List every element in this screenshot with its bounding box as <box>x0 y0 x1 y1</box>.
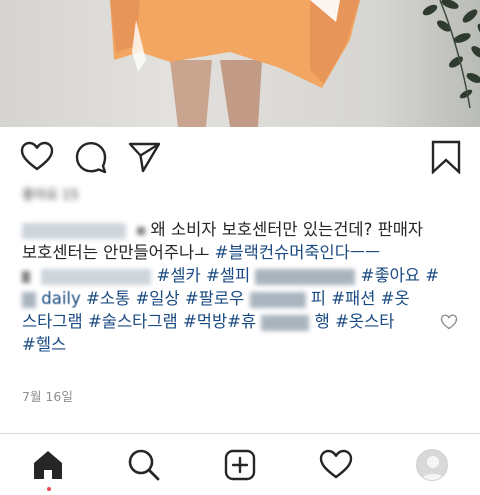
hashtag[interactable]: #좋아요 <box>361 266 420 285</box>
search-icon[interactable] <box>127 448 161 482</box>
hashtag[interactable]: 행 <box>315 312 330 331</box>
heart-outline-icon[interactable] <box>20 140 54 174</box>
caption-like-heart-icon[interactable] <box>440 313 458 331</box>
hashtag[interactable]: # <box>425 266 439 285</box>
hashtag[interactable]: #셀카 <box>157 266 201 285</box>
redacted-hashtag <box>22 291 36 308</box>
hashtag[interactable]: #셀피 <box>206 266 250 285</box>
redacted-text <box>41 268 152 285</box>
likes-count[interactable]: 좋아요 15 <box>22 184 79 203</box>
hashtag[interactable]: #헬스 <box>22 335 66 354</box>
hashtag[interactable]: #옷스타 <box>335 312 394 331</box>
avatar-placeholder-icon <box>421 456 445 480</box>
post-caption: 왜 소비자 보호센터만 있는건데? 판매자 보호센터는 안만들어주나ㅗ #블랙컨… <box>22 218 442 356</box>
caption-text-2: 보호센터는 안만들어주나ㅗ <box>22 243 210 262</box>
bookmark-icon[interactable] <box>429 140 463 174</box>
redacted-username[interactable] <box>22 222 126 239</box>
hashtag[interactable]: #팔로우 <box>185 289 244 308</box>
hashtag[interactable]: #먹방 <box>183 312 227 331</box>
redacted-hashtag <box>261 314 310 331</box>
profile-avatar[interactable] <box>416 449 448 481</box>
paper-plane-icon[interactable] <box>128 140 162 174</box>
activity-heart-icon[interactable] <box>319 448 353 482</box>
post-action-bar <box>0 140 480 180</box>
redacted-hashtag <box>255 268 356 285</box>
redacted-mark <box>22 270 30 283</box>
comment-bubble-icon[interactable] <box>74 140 108 174</box>
hashtag[interactable]: #블랙컨슈머죽인다ㅡㅡ <box>215 243 381 262</box>
redacted-mark <box>137 226 146 235</box>
hashtag[interactable]: #소통 <box>86 289 130 308</box>
home-notification-dot <box>47 487 51 491</box>
hashtag[interactable]: 피 <box>311 289 326 308</box>
caption-line-6: #헬스 <box>22 333 442 356</box>
hashtag[interactable]: #일상 <box>135 289 179 308</box>
orange-sweater <box>110 0 360 88</box>
hashtag[interactable]: #술스타그램 <box>88 312 178 331</box>
plant-leaves <box>422 0 480 109</box>
caption-line-5: 스타그램 #술스타그램 #먹방#휴 행 #옷스타 <box>22 310 442 333</box>
hashtag[interactable]: #휴 <box>227 312 256 331</box>
hashtag[interactable]: 스타그램 <box>22 312 83 331</box>
hashtag[interactable]: daily <box>41 289 81 308</box>
post-date: 7월 16일 <box>22 389 73 404</box>
new-post-icon[interactable] <box>223 448 257 482</box>
caption-line-4: daily #소통 #일상 #팔로우 피 #패션 #옷 <box>22 287 442 310</box>
caption-line-1: 왜 소비자 보호센터만 있는건데? 판매자 <box>22 218 442 241</box>
bottom-navigation <box>0 433 480 495</box>
caption-line-3: #셀카 #셀피 #좋아요 # <box>22 264 442 287</box>
redacted-hashtag <box>249 291 306 308</box>
home-icon[interactable] <box>31 448 65 482</box>
caption-text-1: 왜 소비자 보호센터만 있는건데? 판매자 <box>150 220 424 239</box>
hashtag[interactable]: #패션 <box>331 289 375 308</box>
caption-line-2: 보호센터는 안만들어주나ㅗ #블랙컨슈머죽인다ㅡㅡ <box>22 241 442 264</box>
hashtag[interactable]: #옷 <box>381 289 410 308</box>
post-photo[interactable] <box>0 0 480 127</box>
